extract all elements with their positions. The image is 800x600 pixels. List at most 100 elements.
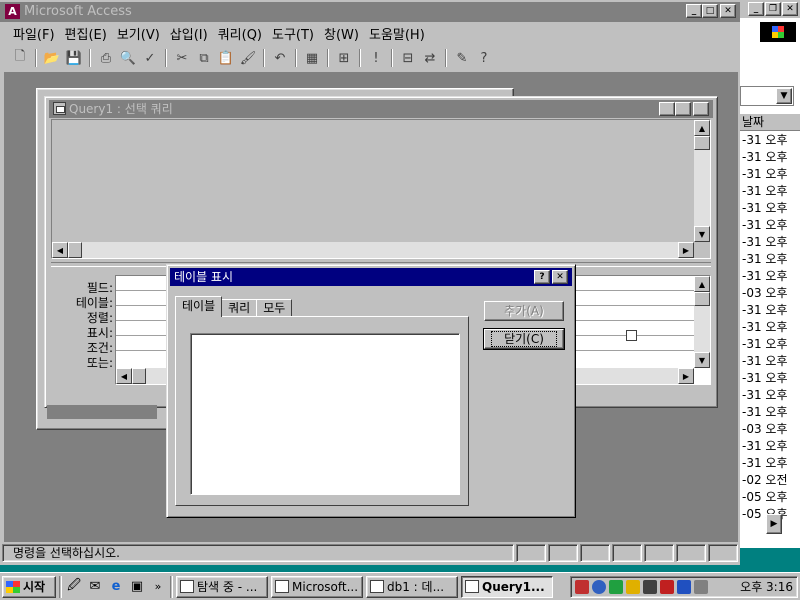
date-cell[interactable]: -31 오후 [742, 268, 798, 285]
maximize-icon[interactable]: □ [702, 4, 718, 18]
date-cell[interactable]: -31 오후 [742, 200, 798, 217]
show-checkbox[interactable] [626, 330, 637, 341]
help-icon[interactable]: ? [474, 48, 494, 68]
scroll-up-icon[interactable]: ▲ [694, 276, 710, 292]
menu-item[interactable]: 창(W) [319, 24, 364, 43]
date-cell[interactable]: -03 오후 [742, 421, 798, 438]
table-list[interactable] [190, 333, 460, 495]
outlook-icon[interactable]: ✉ [86, 578, 104, 596]
tray-icon[interactable] [575, 579, 589, 594]
date-cell[interactable]: -02 오전 [742, 472, 798, 489]
date-cell[interactable]: -31 오후 [742, 302, 798, 319]
date-cell[interactable]: -31 오후 [742, 166, 798, 183]
scroll-down-icon[interactable]: ▼ [694, 226, 710, 242]
date-cell[interactable]: -31 오후 [742, 183, 798, 200]
maximize-icon[interactable]: □ [675, 102, 691, 116]
grid-vscroll[interactable]: ▲ ▼ [694, 276, 710, 368]
date-cell[interactable]: -31 오후 [742, 387, 798, 404]
date-cell[interactable]: -31 오후 [742, 353, 798, 370]
tray-icon[interactable] [609, 579, 623, 594]
ie-icon[interactable]: e [107, 578, 125, 596]
close-icon[interactable]: ✕ [782, 2, 798, 16]
scroll-right-icon[interactable]: ▶ [678, 368, 694, 384]
task-button[interactable]: db1 : 데... [366, 575, 458, 598]
tab-tables[interactable]: 테이블 [175, 296, 223, 317]
channels-icon[interactable]: ▣ [128, 578, 146, 596]
date-cell[interactable]: -31 오후 [742, 234, 798, 251]
more-chevron-icon[interactable]: » [149, 578, 167, 596]
show-table-dialog[interactable]: 테이블 표시 ? ✕ 테이블 쿼리 모두 추가(A) 닫기(C) [166, 264, 576, 518]
close-button[interactable]: 닫기(C) [483, 328, 565, 350]
date-cell[interactable]: -31 오후 [742, 217, 798, 234]
menu-item[interactable]: 보기(V) [112, 24, 165, 43]
date-cell[interactable]: -31 오후 [742, 370, 798, 387]
tray-icon[interactable] [660, 579, 674, 594]
date-cell[interactable]: -31 오후 [742, 319, 798, 336]
undo-icon[interactable]: ↶ [270, 48, 290, 68]
date-cell[interactable]: -31 오후 [742, 404, 798, 421]
tab-all[interactable]: 모두 [256, 299, 293, 317]
date-cell[interactable]: -31 오후 [742, 132, 798, 149]
access-app-icon[interactable]: A [5, 4, 20, 19]
cut-icon[interactable]: ✂ [172, 48, 192, 68]
help-icon[interactable]: ? [534, 270, 550, 284]
save-icon[interactable]: 💾 [64, 48, 84, 68]
tab-queries[interactable]: 쿼리 [221, 299, 258, 317]
date-cell[interactable]: -31 오후 [742, 251, 798, 268]
menu-item[interactable]: 도구(T) [267, 24, 319, 43]
new-object-icon[interactable]: ✎ [452, 48, 472, 68]
menu-item[interactable]: 도움말(H) [364, 24, 430, 43]
table-pane-vscroll[interactable]: ▲ ▼ [694, 120, 710, 242]
scroll-thumb[interactable] [694, 136, 710, 150]
paste-icon[interactable]: 📋 [216, 48, 236, 68]
task-button[interactable]: 탐색 중 - ... [176, 575, 268, 598]
minimize-icon[interactable]: _ [659, 102, 675, 116]
tray-icon[interactable] [626, 579, 640, 594]
menu-item[interactable]: 삽입(I) [165, 24, 213, 43]
close-icon[interactable]: ✕ [720, 4, 736, 18]
run-icon[interactable]: ! [366, 48, 386, 68]
scroll-right-icon[interactable]: ▶ [766, 514, 782, 534]
format-painter-icon[interactable]: 🖌 [238, 48, 258, 68]
print-preview-icon[interactable]: 🔍 [118, 48, 138, 68]
clock[interactable]: 오후 3:16 [740, 578, 793, 595]
show-desktop-icon[interactable]: 🖉 [65, 578, 83, 596]
scroll-down-icon[interactable]: ▼ [694, 352, 710, 368]
scroll-right-icon[interactable]: ▶ [678, 242, 694, 258]
query-bottom-scroll[interactable] [47, 405, 157, 419]
scroll-left-icon[interactable]: ◀ [116, 368, 132, 384]
scroll-thumb[interactable] [68, 242, 82, 258]
date-cell[interactable]: -31 오후 [742, 149, 798, 166]
scroll-thumb[interactable] [132, 368, 146, 384]
spelling-icon[interactable]: ✓ [140, 48, 160, 68]
scroll-thumb[interactable] [694, 292, 710, 306]
date-cell[interactable]: -31 오후 [742, 438, 798, 455]
start-button[interactable]: 시작 [2, 575, 56, 598]
menu-item[interactable]: 파일(F) [8, 24, 60, 43]
menu-item[interactable]: 쿼리(Q) [213, 24, 267, 43]
open-icon[interactable]: 📂 [42, 48, 62, 68]
task-button[interactable]: Microsoft... [271, 575, 363, 598]
minimize-icon[interactable]: _ [686, 4, 702, 18]
restore-icon[interactable]: ❐ [765, 2, 781, 16]
scroll-left-icon[interactable]: ◀ [52, 242, 68, 258]
close-icon[interactable]: ✕ [693, 102, 709, 116]
date-cell[interactable]: -05 오후 [742, 489, 798, 506]
tray-icon[interactable] [694, 579, 708, 594]
copy-icon[interactable]: ⧉ [194, 48, 214, 68]
minimize-icon[interactable]: _ [748, 2, 764, 16]
chevron-down-icon[interactable]: ▼ [776, 88, 792, 104]
add-button[interactable]: 추가(A) [484, 301, 564, 321]
tray-icon[interactable] [592, 579, 606, 594]
show-table-icon[interactable]: ⊟ [398, 48, 418, 68]
tray-icon[interactable] [677, 579, 691, 594]
date-cell[interactable]: -31 오후 [742, 336, 798, 353]
close-icon[interactable]: ✕ [552, 270, 568, 284]
scroll-up-icon[interactable]: ▲ [694, 120, 710, 136]
relationships-icon[interactable]: ⇄ [420, 48, 440, 68]
table-pane-hscroll[interactable]: ◀ ▶ [52, 242, 694, 258]
view-icon[interactable]: ▦ [302, 48, 322, 68]
task-button[interactable]: Query1... [461, 575, 553, 598]
print-icon[interactable]: ⎙ [96, 48, 116, 68]
volume-icon[interactable] [643, 579, 657, 594]
